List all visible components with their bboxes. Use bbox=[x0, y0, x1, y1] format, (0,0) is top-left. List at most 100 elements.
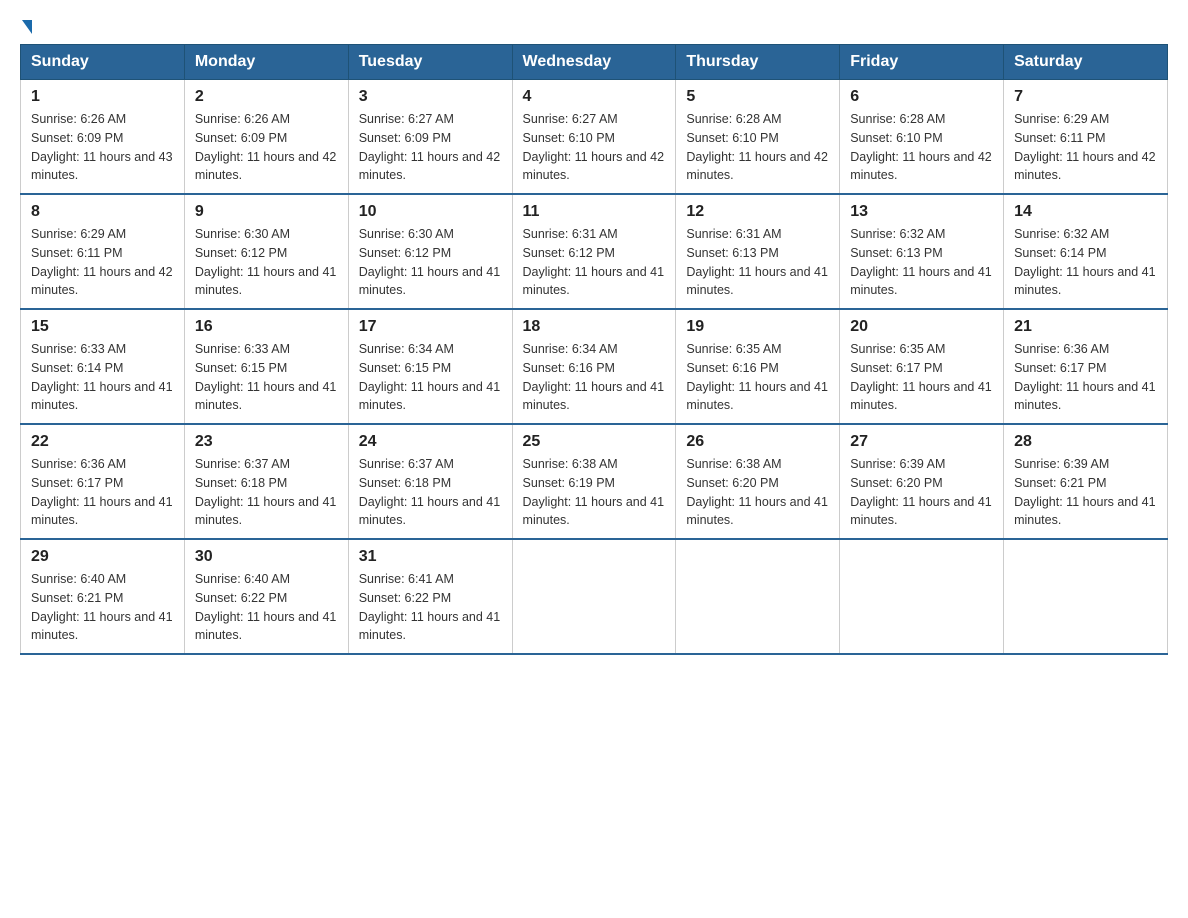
day-number: 25 bbox=[523, 433, 666, 451]
calendar-cell bbox=[512, 539, 676, 654]
calendar-cell: 12 Sunrise: 6:31 AMSunset: 6:13 PMDayligh… bbox=[676, 194, 840, 309]
day-info: Sunrise: 6:34 AMSunset: 6:15 PMDaylight:… bbox=[359, 340, 502, 415]
day-number: 24 bbox=[359, 433, 502, 451]
weekday-header-monday: Monday bbox=[184, 45, 348, 80]
calendar-cell: 10 Sunrise: 6:30 AMSunset: 6:12 PMDayligh… bbox=[348, 194, 512, 309]
calendar-cell: 25Sunrise: 6:38 AMSunset: 6:19 PMDayligh… bbox=[512, 424, 676, 539]
day-number: 27 bbox=[850, 433, 993, 451]
weekday-header-thursday: Thursday bbox=[676, 45, 840, 80]
day-info: Sunrise: 6:37 AMSunset: 6:18 PMDaylight:… bbox=[359, 455, 502, 530]
day-number: 30 bbox=[195, 548, 338, 566]
day-number: 31 bbox=[359, 548, 502, 566]
weekday-header-row: SundayMondayTuesdayWednesdayThursdayFrid… bbox=[21, 45, 1168, 80]
calendar-cell: 16 Sunrise: 6:33 AMSunset: 6:15 PMDayligh… bbox=[184, 309, 348, 424]
day-info: Sunrise: 6:40 AMSunset: 6:21 PMDaylight:… bbox=[31, 570, 174, 645]
day-info: Sunrise: 6:40 AMSunset: 6:22 PMDaylight:… bbox=[195, 570, 338, 645]
day-number: 16 bbox=[195, 318, 338, 336]
calendar-cell: 6Sunrise: 6:28 AMSunset: 6:10 PMDaylight… bbox=[840, 80, 1004, 195]
day-info: Sunrise: 6:39 AMSunset: 6:20 PMDaylight:… bbox=[850, 455, 993, 530]
day-info: Sunrise: 6:32 AMSunset: 6:14 PMDaylight:… bbox=[1014, 225, 1157, 300]
calendar-header: SundayMondayTuesdayWednesdayThursdayFrid… bbox=[21, 45, 1168, 80]
calendar-week-row: 8Sunrise: 6:29 AMSunset: 6:11 PMDaylight… bbox=[21, 194, 1168, 309]
day-info: Sunrise: 6:32 AMSunset: 6:13 PMDaylight:… bbox=[850, 225, 993, 300]
day-number: 29 bbox=[31, 548, 174, 566]
weekday-header-tuesday: Tuesday bbox=[348, 45, 512, 80]
day-number: 6 bbox=[850, 88, 993, 106]
day-number: 13 bbox=[850, 203, 993, 221]
calendar-body: 1 Sunrise: 6:26 AMSunset: 6:09 PMDaylight… bbox=[21, 80, 1168, 655]
calendar-cell bbox=[676, 539, 840, 654]
day-info: Sunrise: 6:41 AMSunset: 6:22 PMDaylight:… bbox=[359, 570, 502, 645]
day-info: Sunrise: 6:26 AMSunset: 6:09 PMDaylight:… bbox=[31, 110, 174, 185]
day-number: 28 bbox=[1014, 433, 1157, 451]
weekday-header-friday: Friday bbox=[840, 45, 1004, 80]
calendar-cell: 23 Sunrise: 6:37 AMSunset: 6:18 PMDayligh… bbox=[184, 424, 348, 539]
calendar-cell bbox=[1004, 539, 1168, 654]
calendar-cell: 2 Sunrise: 6:26 AMSunset: 6:09 PMDaylight… bbox=[184, 80, 348, 195]
calendar-cell: 18 Sunrise: 6:34 AMSunset: 6:16 PMDayligh… bbox=[512, 309, 676, 424]
weekday-header-wednesday: Wednesday bbox=[512, 45, 676, 80]
day-info: Sunrise: 6:30 AMSunset: 6:12 PMDaylight:… bbox=[195, 225, 338, 300]
calendar-week-row: 1 Sunrise: 6:26 AMSunset: 6:09 PMDaylight… bbox=[21, 80, 1168, 195]
calendar-cell: 20 Sunrise: 6:35 AMSunset: 6:17 PMDayligh… bbox=[840, 309, 1004, 424]
day-info: Sunrise: 6:36 AMSunset: 6:17 PMDaylight:… bbox=[31, 455, 174, 530]
day-number: 17 bbox=[359, 318, 502, 336]
calendar-cell: 9Sunrise: 6:30 AMSunset: 6:12 PMDaylight… bbox=[184, 194, 348, 309]
day-info: Sunrise: 6:31 AMSunset: 6:13 PMDaylight:… bbox=[686, 225, 829, 300]
day-info: Sunrise: 6:29 AMSunset: 6:11 PMDaylight:… bbox=[1014, 110, 1157, 185]
day-number: 1 bbox=[31, 88, 174, 106]
calendar-cell: 22 Sunrise: 6:36 AMSunset: 6:17 PMDayligh… bbox=[21, 424, 185, 539]
day-info: Sunrise: 6:26 AMSunset: 6:09 PMDaylight:… bbox=[195, 110, 338, 185]
calendar-cell: 5Sunrise: 6:28 AMSunset: 6:10 PMDaylight… bbox=[676, 80, 840, 195]
logo-arrow-icon bbox=[22, 20, 32, 34]
day-number: 2 bbox=[195, 88, 338, 106]
day-info: Sunrise: 6:36 AMSunset: 6:17 PMDaylight:… bbox=[1014, 340, 1157, 415]
day-number: 5 bbox=[686, 88, 829, 106]
day-number: 8 bbox=[31, 203, 174, 221]
calendar-cell: 21 Sunrise: 6:36 AMSunset: 6:17 PMDayligh… bbox=[1004, 309, 1168, 424]
calendar-cell bbox=[840, 539, 1004, 654]
calendar-cell: 17 Sunrise: 6:34 AMSunset: 6:15 PMDayligh… bbox=[348, 309, 512, 424]
day-number: 12 bbox=[686, 203, 829, 221]
day-number: 4 bbox=[523, 88, 666, 106]
calendar-cell: 26 Sunrise: 6:38 AMSunset: 6:20 PMDayligh… bbox=[676, 424, 840, 539]
day-info: Sunrise: 6:31 AMSunset: 6:12 PMDaylight:… bbox=[523, 225, 666, 300]
day-number: 19 bbox=[686, 318, 829, 336]
calendar-week-row: 29 Sunrise: 6:40 AMSunset: 6:21 PMDayligh… bbox=[21, 539, 1168, 654]
day-info: Sunrise: 6:35 AMSunset: 6:17 PMDaylight:… bbox=[850, 340, 993, 415]
day-number: 3 bbox=[359, 88, 502, 106]
calendar-cell: 11 Sunrise: 6:31 AMSunset: 6:12 PMDayligh… bbox=[512, 194, 676, 309]
day-info: Sunrise: 6:34 AMSunset: 6:16 PMDaylight:… bbox=[523, 340, 666, 415]
calendar-cell: 24 Sunrise: 6:37 AMSunset: 6:18 PMDayligh… bbox=[348, 424, 512, 539]
calendar-cell: 8Sunrise: 6:29 AMSunset: 6:11 PMDaylight… bbox=[21, 194, 185, 309]
day-number: 22 bbox=[31, 433, 174, 451]
day-number: 15 bbox=[31, 318, 174, 336]
day-info: Sunrise: 6:33 AMSunset: 6:14 PMDaylight:… bbox=[31, 340, 174, 415]
day-number: 10 bbox=[359, 203, 502, 221]
day-info: Sunrise: 6:38 AMSunset: 6:20 PMDaylight:… bbox=[686, 455, 829, 530]
weekday-header-saturday: Saturday bbox=[1004, 45, 1168, 80]
day-number: 26 bbox=[686, 433, 829, 451]
day-info: Sunrise: 6:30 AMSunset: 6:12 PMDaylight:… bbox=[359, 225, 502, 300]
weekday-header-sunday: Sunday bbox=[21, 45, 185, 80]
day-info: Sunrise: 6:27 AMSunset: 6:10 PMDaylight:… bbox=[523, 110, 666, 185]
day-info: Sunrise: 6:37 AMSunset: 6:18 PMDaylight:… bbox=[195, 455, 338, 530]
day-info: Sunrise: 6:35 AMSunset: 6:16 PMDaylight:… bbox=[686, 340, 829, 415]
calendar-cell: 29 Sunrise: 6:40 AMSunset: 6:21 PMDayligh… bbox=[21, 539, 185, 654]
day-number: 20 bbox=[850, 318, 993, 336]
calendar-cell: 30 Sunrise: 6:40 AMSunset: 6:22 PMDayligh… bbox=[184, 539, 348, 654]
day-number: 11 bbox=[523, 203, 666, 221]
day-number: 18 bbox=[523, 318, 666, 336]
calendar-cell: 3Sunrise: 6:27 AMSunset: 6:09 PMDaylight… bbox=[348, 80, 512, 195]
calendar-cell: 19 Sunrise: 6:35 AMSunset: 6:16 PMDayligh… bbox=[676, 309, 840, 424]
day-number: 21 bbox=[1014, 318, 1157, 336]
calendar-cell: 13 Sunrise: 6:32 AMSunset: 6:13 PMDayligh… bbox=[840, 194, 1004, 309]
day-number: 7 bbox=[1014, 88, 1157, 106]
day-number: 23 bbox=[195, 433, 338, 451]
calendar-cell: 1 Sunrise: 6:26 AMSunset: 6:09 PMDaylight… bbox=[21, 80, 185, 195]
calendar-week-row: 22 Sunrise: 6:36 AMSunset: 6:17 PMDayligh… bbox=[21, 424, 1168, 539]
logo bbox=[20, 20, 32, 34]
calendar-cell: 14Sunrise: 6:32 AMSunset: 6:14 PMDayligh… bbox=[1004, 194, 1168, 309]
day-info: Sunrise: 6:39 AMSunset: 6:21 PMDaylight:… bbox=[1014, 455, 1157, 530]
day-info: Sunrise: 6:33 AMSunset: 6:15 PMDaylight:… bbox=[195, 340, 338, 415]
